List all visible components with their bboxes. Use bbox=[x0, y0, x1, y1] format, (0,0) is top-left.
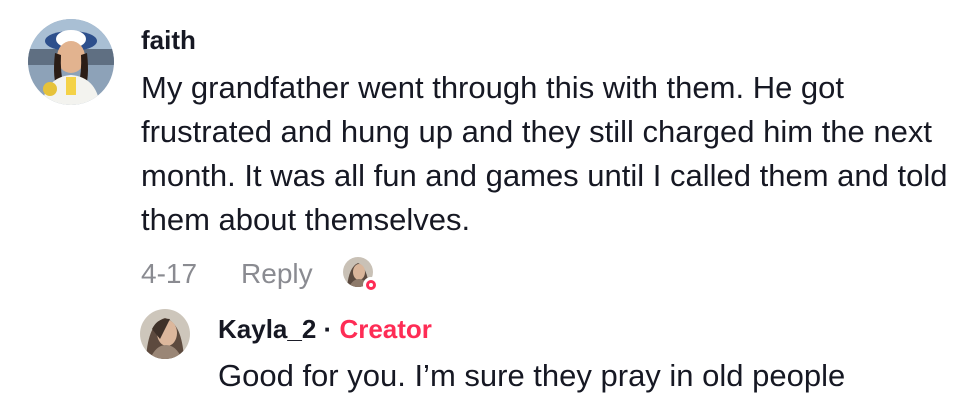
separator-dot: · bbox=[323, 314, 333, 344]
comment-text: My grandfather went through this with th… bbox=[141, 70, 948, 237]
liked-by-creator-indicator bbox=[342, 257, 379, 293]
heart-icon bbox=[362, 277, 379, 293]
reply-author[interactable]: Kayla_2 bbox=[218, 314, 316, 344]
creator-badge: Creator bbox=[339, 314, 432, 344]
comment-author[interactable]: faith bbox=[141, 24, 196, 56]
reply-header: Kayla_2 · Creator bbox=[218, 313, 432, 345]
comment-meta: 4-17 Reply bbox=[141, 256, 379, 293]
reply-button[interactable]: Reply bbox=[241, 258, 313, 290]
reply-avatar[interactable] bbox=[140, 309, 190, 359]
reply-text: Good for you. I’m sure they pray in old … bbox=[218, 358, 846, 393]
avatar[interactable] bbox=[28, 19, 114, 105]
comment-date: 4-17 bbox=[141, 258, 198, 289]
